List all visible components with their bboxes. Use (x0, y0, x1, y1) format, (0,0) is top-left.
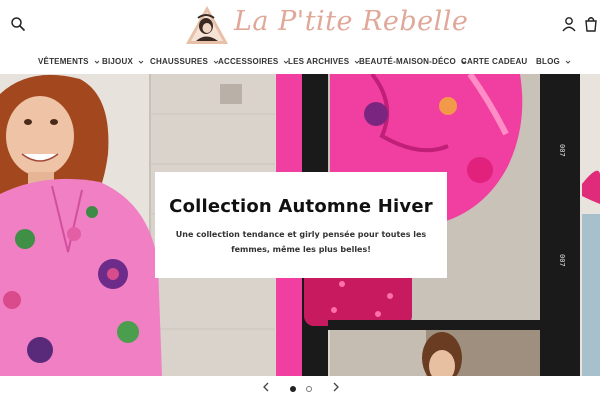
nav-item-chaussures[interactable]: CHAUSSURES (150, 57, 219, 66)
hero-slideshow: 007 007 Collection Automne Hiver Une col… (0, 74, 600, 376)
nav-item-label: VÊTEMENTS (38, 57, 89, 66)
nav-item-beaute-maison-deco[interactable]: BEAUTÉ-MAISON-DÉCO (359, 57, 467, 66)
nav-item-label: ACCESSOIRES (218, 57, 279, 66)
hero-text-box: Collection Automne Hiver Une collection … (155, 172, 447, 278)
nav-item-les-archives[interactable]: LES ARCHIVES (288, 57, 360, 66)
svg-text:007: 007 (558, 144, 566, 157)
nav-item-accessoires[interactable]: ACCESSOIRES (218, 57, 289, 66)
nav-item-label: CHAUSSURES (150, 57, 209, 66)
chevron-right-icon[interactable] (332, 382, 340, 392)
hero-title: Collection Automne Hiver (169, 196, 433, 217)
slider-controls (0, 378, 600, 400)
chevron-down-icon (565, 60, 571, 64)
logo-emblem-icon (186, 6, 228, 44)
nav-item-blog[interactable]: BLOG (536, 57, 571, 66)
slide-dot-2[interactable] (306, 386, 312, 392)
site-header: La P'tite Rebelle (0, 0, 600, 50)
nav-item-label: BLOG (536, 57, 560, 66)
nav-item-label: BEAUTÉ-MAISON-DÉCO (359, 57, 456, 66)
cart-icon[interactable] (583, 16, 599, 32)
nav-item-label: LES ARCHIVES (288, 57, 350, 66)
site-logo[interactable]: La P'tite Rebelle (184, 4, 468, 48)
nav-item-bijoux[interactable]: BIJOUX (102, 57, 144, 66)
nav-item-label: CARTE CADEAU (461, 57, 528, 66)
nav-item-label: BIJOUX (102, 57, 133, 66)
account-icon[interactable] (561, 16, 577, 32)
brand-name: La P'tite Rebelle (234, 6, 469, 37)
chevron-left-icon[interactable] (262, 382, 270, 392)
slide-dot-1[interactable] (290, 386, 296, 392)
main-nav: VÊTEMENTS BIJOUX CHAUSSURES ACCESSOIRES … (0, 52, 600, 74)
svg-text:007: 007 (558, 254, 566, 267)
nav-item-vetements[interactable]: VÊTEMENTS (38, 57, 100, 66)
hero-subtitle: Une collection tendance et girly pensée … (175, 230, 427, 254)
search-icon[interactable] (10, 16, 26, 32)
nav-item-carte-cadeau[interactable]: CARTE CADEAU (461, 57, 527, 66)
chevron-down-icon (138, 60, 144, 64)
chevron-down-icon (94, 60, 100, 64)
